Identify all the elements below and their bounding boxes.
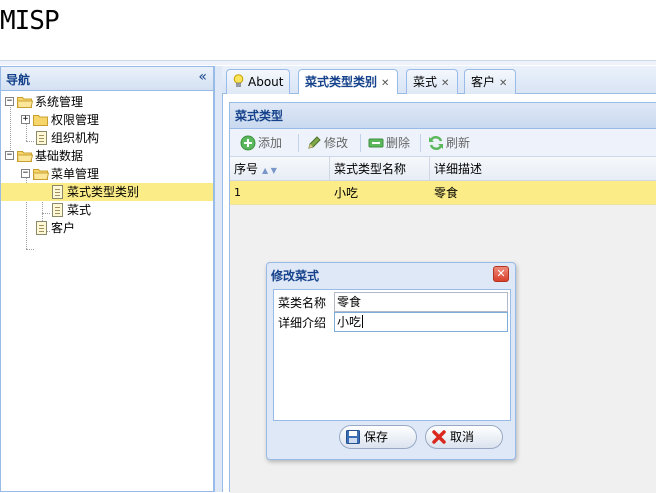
- app-title: MISP: [0, 6, 60, 36]
- app-header: MISP: [0, 0, 656, 60]
- table-cell-index: 1: [234, 186, 241, 199]
- column-header-label: 序号: [234, 162, 259, 176]
- close-icon[interactable]: ✕: [493, 266, 509, 282]
- double-chevron-left-icon[interactable]: «: [198, 69, 207, 85]
- tree-node-label: 菜式: [67, 203, 92, 217]
- tree-node-dish-type-category[interactable]: 菜式类型类别: [1, 183, 213, 201]
- toolbar-separator: [298, 134, 299, 152]
- tree-connector: [26, 249, 34, 250]
- toolbar-separator: [360, 134, 361, 152]
- tab-label: 菜式: [413, 75, 438, 89]
- column-header-type-name[interactable]: 菜式类型名称: [330, 157, 430, 181]
- nav-header: 导航 «: [1, 67, 213, 91]
- nav-panel: 导航 « − 系统管理 + 权限管理 组织机构 − 基础数据 − 菜单管理 菜式…: [0, 66, 214, 492]
- add-button[interactable]: 添加: [238, 133, 282, 153]
- tree-node-label: 权限管理: [51, 113, 100, 127]
- collapse-toggle-icon[interactable]: −: [21, 169, 30, 178]
- save-button-label: 保存: [364, 430, 389, 444]
- edit-button[interactable]: 修改: [304, 133, 348, 153]
- refresh-button-label: 刷新: [446, 136, 471, 150]
- add-button-label: 添加: [258, 136, 283, 150]
- tab-label: About: [248, 75, 284, 89]
- folder-open-icon: [17, 97, 33, 108]
- close-icon[interactable]: ✕: [441, 78, 449, 89]
- folder-closed-icon: [33, 115, 48, 126]
- folder-open-icon: [33, 169, 49, 180]
- field-label-description: 详细介绍: [278, 316, 327, 330]
- expand-toggle-icon[interactable]: +: [21, 115, 30, 124]
- tree-node-basic-data[interactable]: − 基础数据: [1, 147, 213, 165]
- tree-node-system-management[interactable]: − 系统管理: [1, 93, 213, 111]
- cancel-button-label: 取消: [450, 430, 475, 444]
- tab-label: 菜式类型类别: [305, 75, 378, 89]
- toolbar-separator: [420, 134, 421, 152]
- tree-node-label: 系统管理: [35, 95, 84, 109]
- refresh-icon: [429, 135, 443, 151]
- grid-header: 序号 ▲ ▼ 菜式类型名称 详细描述: [230, 157, 656, 181]
- tree-node-menu-management[interactable]: − 菜单管理: [1, 165, 213, 183]
- description-field-value: 小吃: [337, 315, 362, 329]
- table-cell-description: 零食: [434, 186, 459, 200]
- tree-node-label: 组织机构: [51, 131, 100, 145]
- collapse-toggle-icon[interactable]: −: [5, 151, 14, 160]
- close-icon[interactable]: ✕: [381, 78, 389, 89]
- add-icon: [240, 135, 256, 151]
- close-icon[interactable]: ✕: [499, 78, 507, 89]
- name-field-value: 零食: [337, 295, 362, 309]
- delete-button[interactable]: 删除: [366, 133, 410, 153]
- nav-title: 导航: [6, 73, 31, 87]
- panel-splitter[interactable]: [214, 66, 222, 492]
- grid-title: 菜式类型: [230, 103, 656, 129]
- column-header-label: 详细描述: [434, 162, 483, 176]
- edit-button-label: 修改: [324, 136, 349, 150]
- sort-arrows-icon[interactable]: ▲ ▼: [262, 166, 277, 175]
- table-cell-type-name: 小吃: [334, 186, 359, 200]
- cancel-x-icon: [432, 430, 446, 444]
- tree-node-customer[interactable]: 客户: [1, 219, 213, 237]
- nav-tree: − 系统管理 + 权限管理 组织机构 − 基础数据 − 菜单管理 菜式类型类别: [1, 91, 213, 250]
- name-field[interactable]: 零食: [334, 292, 508, 312]
- document-icon: [52, 185, 63, 199]
- grid-toolbar: 添加 修改 删除 刷新: [230, 129, 656, 157]
- tab-customer[interactable]: 客户 ✕: [464, 69, 516, 94]
- tab-dish[interactable]: 菜式 ✕: [406, 69, 458, 94]
- pencil-icon: [308, 136, 321, 149]
- table-row[interactable]: 1 小吃 零食: [230, 181, 656, 205]
- tree-node-organization[interactable]: 组织机构: [1, 129, 213, 147]
- tree-node-label: 客户: [51, 221, 76, 235]
- document-icon: [52, 203, 63, 217]
- column-header-description[interactable]: 详细描述: [430, 157, 656, 181]
- tab-about[interactable]: About: [226, 69, 290, 94]
- folder-open-icon: [17, 151, 33, 162]
- column-header-index[interactable]: 序号 ▲ ▼: [230, 157, 330, 181]
- edit-dialog: 修改菜式 ✕ 菜类名称 零食 详细介绍 小吃 保存 取消: [266, 262, 516, 460]
- document-icon: [36, 131, 47, 145]
- form-row-description: 详细介绍 小吃: [278, 312, 508, 332]
- tab-dish-type-category[interactable]: 菜式类型类别 ✕: [298, 69, 398, 95]
- tree-node-permission-management[interactable]: + 权限管理: [1, 111, 213, 129]
- minus-icon: [368, 138, 384, 148]
- field-label-name: 菜类名称: [278, 296, 327, 310]
- tab-strip: About 菜式类型类别 ✕ 菜式 ✕ 客户 ✕: [222, 66, 656, 95]
- document-icon: [36, 221, 47, 235]
- delete-button-label: 删除: [386, 136, 411, 150]
- form-row-name: 菜类名称 零食: [278, 292, 508, 312]
- tree-node-dish[interactable]: 菜式: [1, 201, 213, 219]
- save-button[interactable]: 保存: [339, 425, 417, 449]
- tree-node-label: 基础数据: [35, 149, 84, 163]
- tree-node-label: 菜式类型类别: [67, 185, 140, 199]
- text-cursor: [362, 315, 364, 328]
- refresh-button[interactable]: 刷新: [426, 133, 470, 153]
- collapse-toggle-icon[interactable]: −: [5, 97, 14, 106]
- floppy-disk-icon: [346, 430, 360, 444]
- tab-label: 客户: [471, 75, 496, 89]
- column-header-label: 菜式类型名称: [334, 162, 407, 176]
- tree-node-label: 菜单管理: [51, 167, 100, 181]
- description-field[interactable]: 小吃: [334, 312, 508, 332]
- dialog-form: 菜类名称 零食 详细介绍 小吃: [273, 289, 511, 421]
- cancel-button[interactable]: 取消: [425, 425, 503, 449]
- dialog-title: 修改菜式: [271, 269, 320, 283]
- lightbulb-icon: [233, 74, 244, 87]
- header-divider: [0, 60, 656, 65]
